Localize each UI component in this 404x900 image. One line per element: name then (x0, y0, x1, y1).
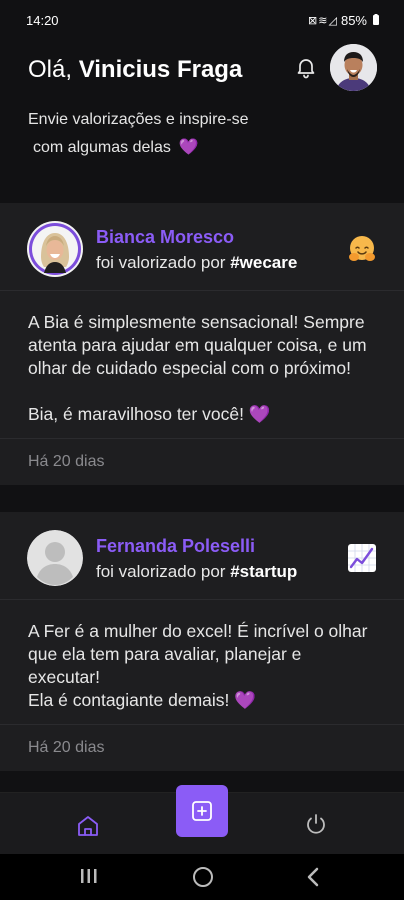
post-tag: #wecare (230, 253, 298, 272)
purple-heart-icon: 💜 (178, 139, 199, 156)
post-recipient-name[interactable]: Fernanda Poleselli (96, 536, 255, 557)
plus-square-icon (192, 801, 212, 821)
post-message-text: A Fer é a mulher do excel! É incrível o … (28, 621, 368, 710)
post-valued-by: foi valorizado por #startup (96, 562, 297, 582)
home-icon[interactable] (76, 815, 100, 837)
bottom-nav (0, 785, 404, 854)
chart-up-icon (346, 542, 378, 574)
post-avatar[interactable] (27, 221, 83, 277)
status-signal-icons: ⊠ ≋ ◿ (307, 14, 337, 27)
post-valued-by-prefix: foi valorizado por (96, 253, 231, 272)
header: Olá, Vinicius Fraga Envie valorizações e… (0, 40, 404, 190)
battery-icon (373, 14, 379, 25)
subtitle-line-2: com algumas delas (33, 139, 171, 156)
add-valuation-button[interactable] (176, 785, 228, 837)
post-header: Fernanda Poleselli foi valorizado por #s… (0, 512, 404, 600)
subtitle: Envie valorizações e inspire-se com algu… (28, 106, 249, 162)
post-message-text: A Bia é simplesmente sensacional! Sempre… (28, 312, 367, 424)
user-avatar[interactable] (330, 44, 377, 91)
post-avatar[interactable] (27, 530, 83, 586)
greeting: Olá, Vinicius Fraga (28, 56, 242, 84)
battery-level: 85% (340, 12, 367, 28)
status-icons: ⊠ ≋ ◿ 85% (308, 13, 380, 28)
post-tag: #startup (230, 562, 298, 581)
post-card[interactable]: Bianca Moresco foi valorizado por #wecar… (0, 203, 404, 485)
post-card[interactable]: Fernanda Poleselli foi valorizado por #s… (0, 512, 404, 771)
user-avatar-image (330, 44, 377, 91)
post-time: Há 20 dias (28, 739, 105, 756)
greeting-prefix: Olá, (28, 56, 79, 83)
hugging-face-icon (346, 233, 378, 265)
status-time: 14:20 (26, 12, 59, 28)
post-valued-by-prefix: foi valorizado por (96, 562, 231, 581)
status-bar: 14:20 ⊠ ≋ ◿ 85% (0, 0, 404, 40)
purple-heart-icon: 💜 (234, 690, 257, 710)
bell-icon[interactable] (294, 55, 318, 79)
post-avatar-image (27, 221, 83, 277)
post-message: A Bia é simplesmente sensacional! Sempre… (0, 291, 404, 439)
power-icon[interactable] (305, 813, 327, 835)
user-name: Vinicius Fraga (78, 56, 243, 83)
post-time: Há 20 dias (28, 453, 105, 470)
purple-heart-icon: 💜 (248, 404, 271, 424)
system-home-icon[interactable] (193, 867, 213, 887)
post-message: A Fer é a mulher do excel! É incrível o … (0, 600, 404, 725)
default-avatar-icon (27, 530, 83, 586)
back-icon[interactable] (306, 867, 320, 887)
subtitle-line-1: Envie valorizações e inspire-se (28, 111, 249, 128)
recents-icon[interactable] (80, 868, 98, 884)
post-valued-by: foi valorizado por #wecare (96, 253, 297, 273)
post-header: Bianca Moresco foi valorizado por #wecar… (0, 203, 404, 291)
system-navigation-bar (0, 854, 404, 900)
post-recipient-name[interactable]: Bianca Moresco (96, 227, 234, 248)
